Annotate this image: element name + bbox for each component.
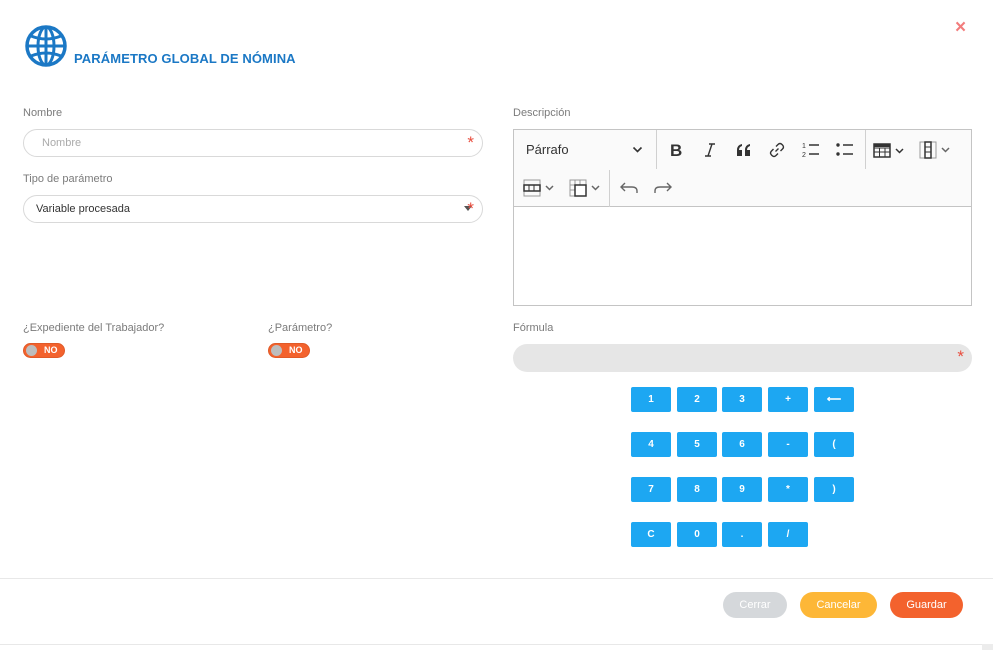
expediente-toggle[interactable]: NO [23, 343, 65, 358]
key-9[interactable]: 9 [722, 477, 762, 502]
svg-text:B: B [670, 142, 682, 158]
editor-toolbar: Párrafo B 12 [514, 130, 971, 207]
toggle-label: NO [289, 345, 303, 355]
insert-table-icon[interactable] [870, 138, 910, 162]
nombre-placeholder: Nombre [42, 137, 82, 149]
bullet-list-icon[interactable] [831, 138, 859, 162]
rich-text-editor: Párrafo B 12 [513, 129, 972, 306]
key-dot[interactable]: . [722, 522, 762, 547]
redo-icon[interactable] [648, 176, 678, 200]
key-multiply[interactable]: * [768, 477, 808, 502]
key-0[interactable]: 0 [677, 522, 717, 547]
toggle-knob [271, 345, 282, 356]
cerrar-button[interactable]: Cerrar [723, 592, 787, 618]
modal-title: PARÁMETRO GLOBAL DE NÓMINA [74, 51, 296, 66]
required-mark: * [467, 199, 474, 218]
key-plus[interactable]: + [768, 387, 808, 412]
block-format-label: Párrafo [526, 142, 569, 157]
close-icon[interactable]: × [955, 18, 966, 38]
key-6[interactable]: 6 [722, 432, 762, 457]
tipo-value: Variable procesada [36, 203, 130, 215]
scrollbar-corner [982, 644, 993, 650]
parametro-toggle[interactable]: NO [268, 343, 310, 358]
bold-icon[interactable]: B [662, 138, 690, 162]
tipo-label: Tipo de parámetro [23, 173, 113, 185]
link-icon[interactable] [763, 138, 791, 162]
nombre-label: Nombre [23, 107, 63, 119]
required-mark: * [467, 133, 474, 152]
parametro-label: ¿Parámetro? [268, 322, 333, 334]
chevron-down-icon [632, 146, 643, 153]
required-mark: * [957, 347, 964, 366]
svg-text:1: 1 [802, 143, 806, 150]
block-format-dropdown[interactable]: Párrafo [514, 130, 656, 168]
formula-input[interactable]: * [513, 344, 972, 372]
key-minus[interactable]: - [768, 432, 808, 457]
table-column-icon[interactable] [916, 138, 956, 162]
toolbar-separator [656, 130, 657, 169]
toolbar-separator [865, 130, 866, 169]
undo-icon[interactable] [614, 176, 644, 200]
italic-icon[interactable] [696, 138, 724, 162]
svg-text:2: 2 [802, 152, 806, 158]
key-backspace[interactable]: ⟵ [814, 387, 854, 412]
formula-label: Fórmula [513, 322, 554, 334]
key-3[interactable]: 3 [722, 387, 762, 412]
expediente-label: ¿Expediente del Trabajador? [23, 322, 165, 334]
numbered-list-icon[interactable]: 12 [797, 138, 825, 162]
toggle-label: NO [44, 345, 58, 355]
modal-header: PARÁMETRO GLOBAL DE NÓMINA [24, 24, 296, 68]
merge-cells-icon[interactable] [566, 176, 606, 200]
key-2[interactable]: 2 [677, 387, 717, 412]
blockquote-icon[interactable] [730, 138, 758, 162]
key-clear[interactable]: C [631, 522, 671, 547]
key-8[interactable]: 8 [677, 477, 717, 502]
key-open-paren[interactable]: ( [814, 432, 854, 457]
descripcion-label: Descripción [513, 107, 571, 119]
tipo-select[interactable]: Variable procesada * [23, 195, 483, 223]
table-row-icon[interactable] [520, 176, 560, 200]
nombre-input[interactable]: Nombre * [23, 129, 483, 157]
toolbar-separator [609, 170, 610, 207]
key-divide[interactable]: / [768, 522, 808, 547]
key-close-paren[interactable]: ) [814, 477, 854, 502]
footer-divider [0, 578, 993, 579]
toggle-knob [26, 345, 37, 356]
save-button[interactable]: Guardar [890, 592, 963, 618]
key-4[interactable]: 4 [631, 432, 671, 457]
globe-icon [25, 25, 67, 67]
editor-content-area[interactable] [514, 208, 971, 305]
key-7[interactable]: 7 [631, 477, 671, 502]
bottom-divider [0, 644, 982, 645]
key-1[interactable]: 1 [631, 387, 671, 412]
key-5[interactable]: 5 [677, 432, 717, 457]
cancel-button[interactable]: Cancelar [800, 592, 877, 618]
